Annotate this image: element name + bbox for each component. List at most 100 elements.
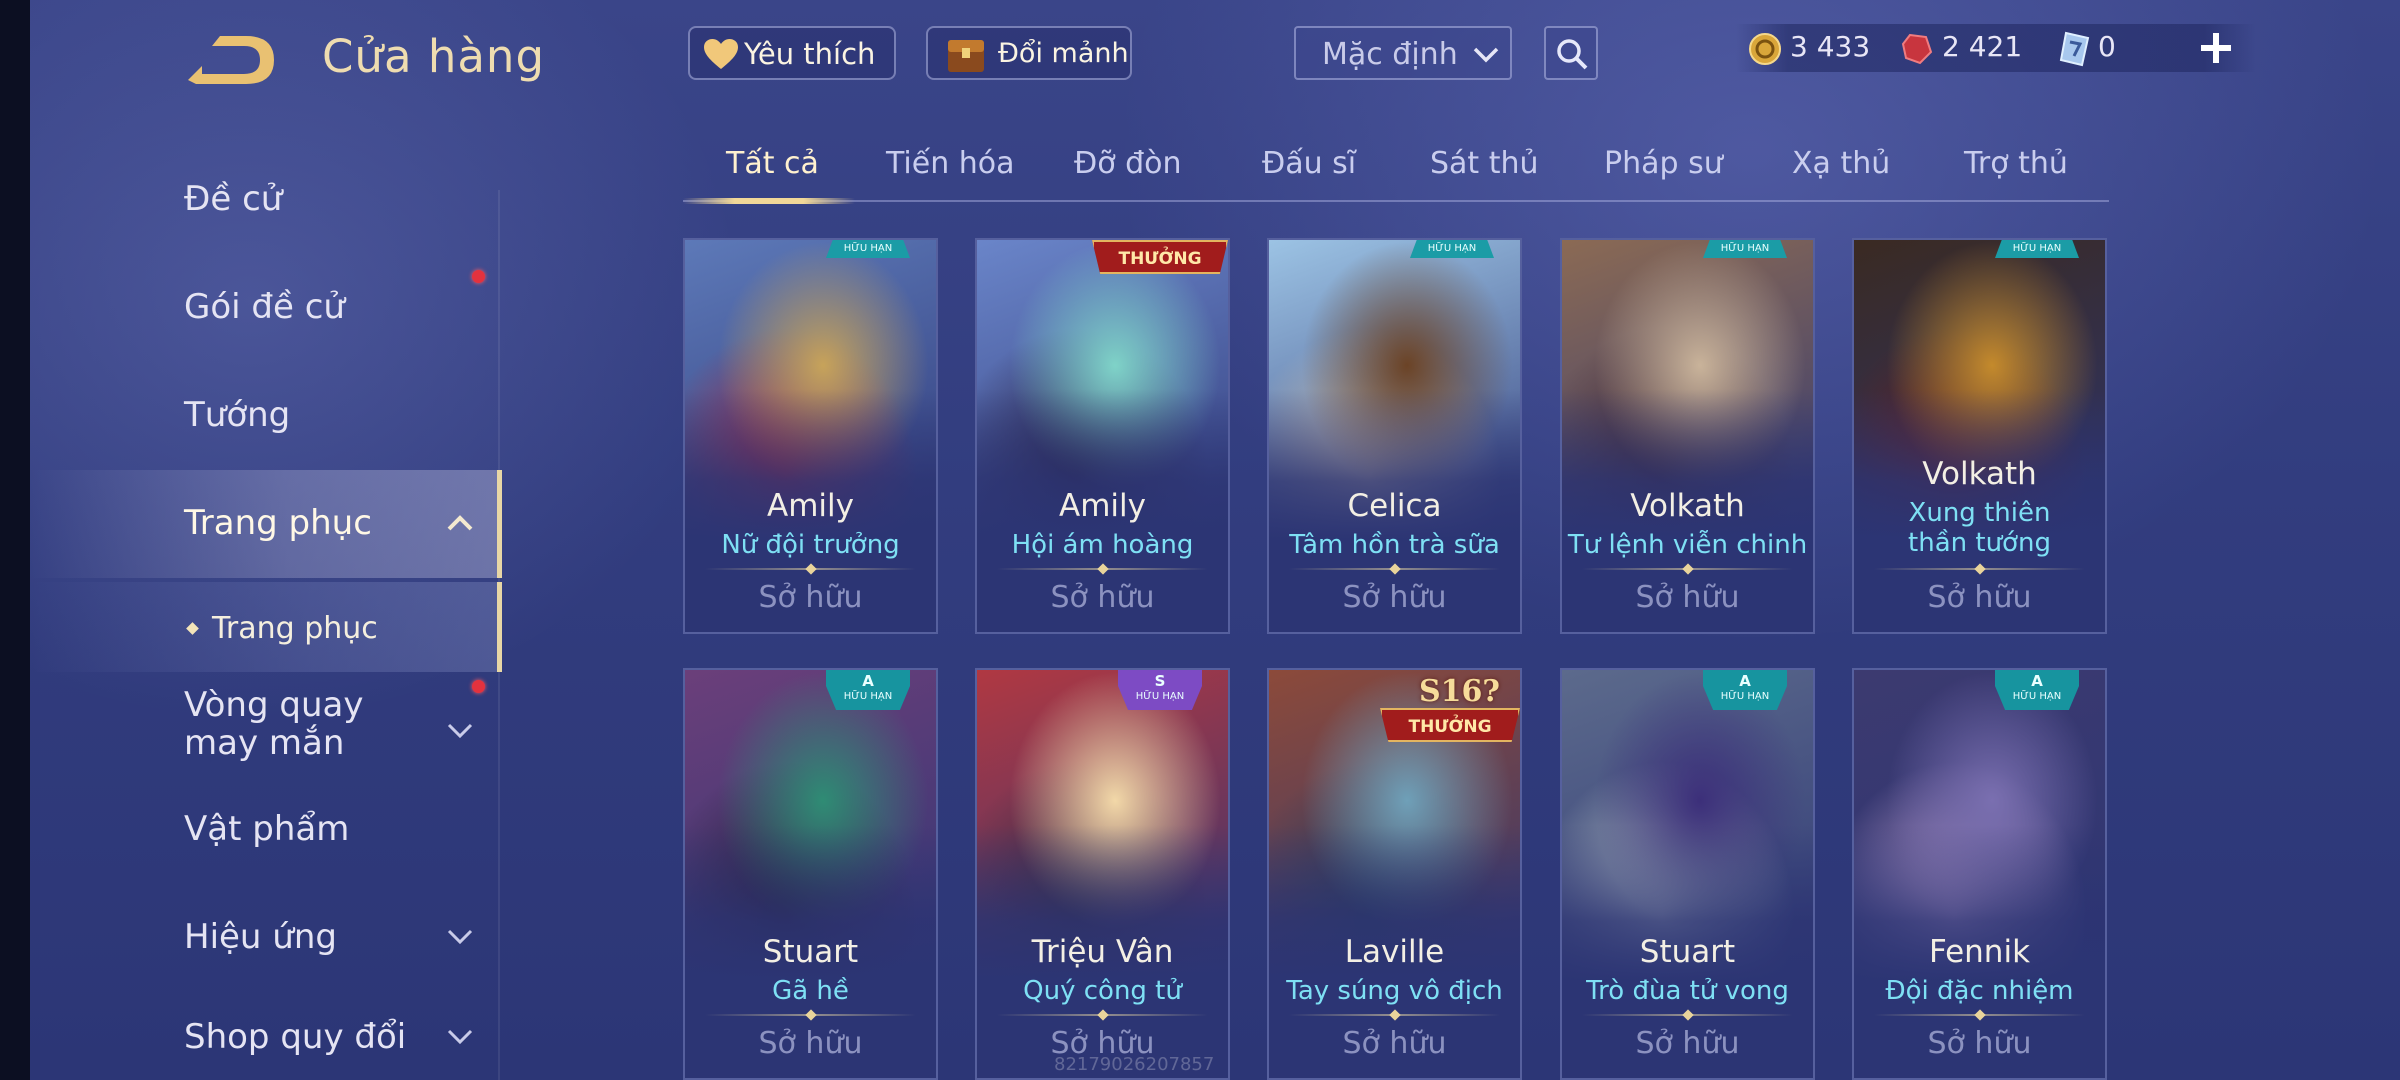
skin-card[interactable]: A HỮU HẠN Stuart Gã hề Sở hữu	[683, 668, 938, 1080]
skin-name: Tay súng vô địch	[1286, 976, 1503, 1006]
skin-card[interactable]: THƯỞNG HẠNGS16? Laville Tay súng vô địch Sở…	[1267, 668, 1522, 1080]
hero-name: Celica	[1347, 488, 1442, 524]
notification-dot	[472, 270, 485, 283]
hero-name: Stuart	[762, 934, 859, 970]
watermark-text: 821790262078​57	[1054, 1054, 1215, 1075]
chevron-down-icon	[447, 1029, 473, 1045]
owned-status: Sở hữu	[1342, 580, 1447, 615]
sidebar-item-label: Tướng	[184, 395, 291, 435]
skin-card[interactable]: HỮU HẠN Volkath Tư lệnh viễn chinh Sở hữu	[1560, 238, 1815, 634]
tab-marksman[interactable]: Xạ thủ	[1792, 146, 1890, 181]
tab-fighter[interactable]: Đấu sĩ	[1262, 146, 1356, 181]
skin-card[interactable]: A HỮU HẠN Fennik Đội đặc nhiệm Sở hữu	[1852, 668, 2107, 1080]
grade-tag: A HỮU HẠN	[1995, 670, 2079, 710]
back-arrow-icon	[188, 36, 274, 84]
sidebar-item-heroes[interactable]: Tướng	[30, 376, 502, 476]
exchange-fragments-label: Đổi mảnh	[998, 38, 1129, 69]
skin-name: Quý công tử	[1023, 976, 1182, 1006]
grade-sublabel: HỮU HẠN	[2012, 691, 2062, 702]
chevron-up-icon	[447, 515, 473, 531]
sidebar-item-label: Trang phục	[184, 503, 372, 543]
back-button[interactable]	[182, 32, 282, 88]
grade-tag: A HỮU HẠN	[1703, 670, 1787, 710]
owned-status: Sở hữu	[758, 580, 863, 615]
owned-status: Sở hữu	[1927, 580, 2032, 615]
notification-dot	[472, 680, 485, 693]
exchange-fragments-button[interactable]: Đổi mảnh	[926, 26, 1132, 80]
grade-sublabel: HỮU HẠN	[843, 691, 893, 702]
hero-name: Laville	[1344, 934, 1445, 970]
favorite-button[interactable]: Yêu thích	[688, 26, 896, 80]
sidebar-item-items[interactable]: Vật phẩm	[30, 790, 502, 890]
sidebar-item-lucky-spin[interactable]: Vòng quay may mắn	[30, 676, 502, 786]
limited-tag: HỮU HẠN	[1703, 240, 1787, 258]
skin-name: Hội ám hoàng	[1011, 530, 1194, 560]
grade-sublabel: HỮU HẠN	[1135, 691, 1185, 702]
plus-icon	[2201, 33, 2231, 63]
skin-card[interactable]: S HỮU HẠN Triệu Vân Quý công tử Sở hữu	[975, 668, 1230, 1080]
limited-tag: HỮU HẠN	[1410, 240, 1494, 258]
skin-name: Tư lệnh viễn chinh	[1567, 530, 1808, 560]
premium-tag: THƯỞNG HẠNG	[1092, 240, 1228, 274]
sidebar-item-label: Vòng quay may mắn	[184, 685, 364, 763]
sidebar-item-label: Hiệu ứng	[184, 917, 337, 957]
add-currency-button[interactable]	[2196, 28, 2236, 68]
skin-card[interactable]: HỮU HẠN Amily Nữ đội trưởng Sở hữu	[683, 238, 938, 634]
premium-tag: THƯỞNG HẠNG	[1380, 708, 1520, 742]
sidebar-item-label: Vật phẩm	[184, 809, 350, 849]
sidebar-item-bundles[interactable]: Gói đề cử	[30, 268, 502, 368]
grade-tag: S HỮU HẠN	[1118, 670, 1202, 710]
grade-letter: A	[2031, 672, 2043, 690]
hero-name: Volkath	[1630, 488, 1745, 524]
active-tab-underline	[683, 198, 855, 204]
chevron-down-icon	[1473, 47, 1499, 63]
hero-name: Triệu Vân	[1031, 934, 1174, 970]
tab-support[interactable]: Trợ thủ	[1964, 146, 2068, 181]
tab-all[interactable]: Tất cả	[726, 146, 819, 181]
hero-name: Stuart	[1639, 934, 1736, 970]
sidebar-item-skins[interactable]: Trang phục	[30, 470, 502, 578]
search-icon	[1557, 39, 1588, 70]
tab-assassin[interactable]: Sát thủ	[1430, 146, 1539, 181]
sidebar-item-label: Gói đề cử	[184, 287, 345, 327]
tab-mage[interactable]: Pháp sư	[1604, 146, 1723, 181]
sidebar-item-effects[interactable]: Hiệu ứng	[30, 898, 502, 998]
grade-letter: A	[1739, 672, 1751, 690]
season-badge: S16?	[1419, 674, 1500, 709]
sidebar-item-recommended[interactable]: Đề cử	[30, 160, 502, 260]
skin-card[interactable]: A HỮU HẠN Stuart Trò đùa tử vong Sở hữu	[1560, 668, 1815, 1080]
owned-status: Sở hữu	[1927, 1026, 2032, 1061]
grade-letter: S	[1154, 672, 1166, 690]
skin-name: Gã hề	[772, 976, 849, 1006]
limited-tag: HỮU HẠN	[1995, 240, 2079, 258]
favorite-label: Yêu thích	[744, 37, 876, 71]
grade-tag: A HỮU HẠN	[826, 670, 910, 710]
sidebar-item-label: Shop quy đổi	[184, 1017, 407, 1057]
skin-name: Đội đặc nhiệm	[1885, 976, 2074, 1006]
tab-evolution[interactable]: Tiến hóa	[886, 146, 1015, 181]
skin-name: Tâm hồn trà sữa	[1289, 530, 1500, 560]
chevron-down-icon	[447, 929, 473, 945]
hero-name: Amily	[1059, 488, 1146, 524]
tabs-baseline	[683, 200, 2109, 202]
skin-card[interactable]: HỮU HẠN Volkath Xung thiên thần tướng Sở hữ…	[1852, 238, 2107, 634]
sort-dropdown[interactable]: Mặc định	[1294, 26, 1512, 80]
skin-card[interactable]: HỮU HẠN Celica Tâm hồn trà sữa Sở hữu	[1267, 238, 1522, 634]
grade-sublabel: HỮU HẠN	[1720, 691, 1770, 702]
owned-status: Sở hữu	[758, 1026, 863, 1061]
tab-tank[interactable]: Đỡ đòn	[1074, 146, 1182, 181]
search-button[interactable]	[1544, 26, 1598, 80]
sidebar-subitem-skins[interactable]: Trang phục	[30, 582, 502, 672]
chest-icon	[948, 40, 984, 72]
gold-amount: 3 433	[1790, 30, 1871, 63]
skin-name: Trò đùa tử vong	[1586, 976, 1789, 1006]
page-title: Cửa hàng	[322, 30, 546, 83]
shop-screen: Cửa hàng Đề cử Gói đề cử Tướng Trang phụ…	[0, 0, 2400, 1080]
skin-name: Nữ đội trưởng	[721, 530, 900, 560]
skin-card[interactable]: THƯỞNG HẠNG Amily Hội ám hoàng Sở hữu	[975, 238, 1230, 634]
sidebar-item-exchange-shop[interactable]: Shop quy đổi	[30, 1006, 502, 1080]
voucher-amount: 0	[2098, 30, 2116, 63]
bullet-icon	[186, 622, 199, 635]
hero-name: Volkath	[1922, 456, 2037, 492]
hero-name: Amily	[767, 488, 854, 524]
